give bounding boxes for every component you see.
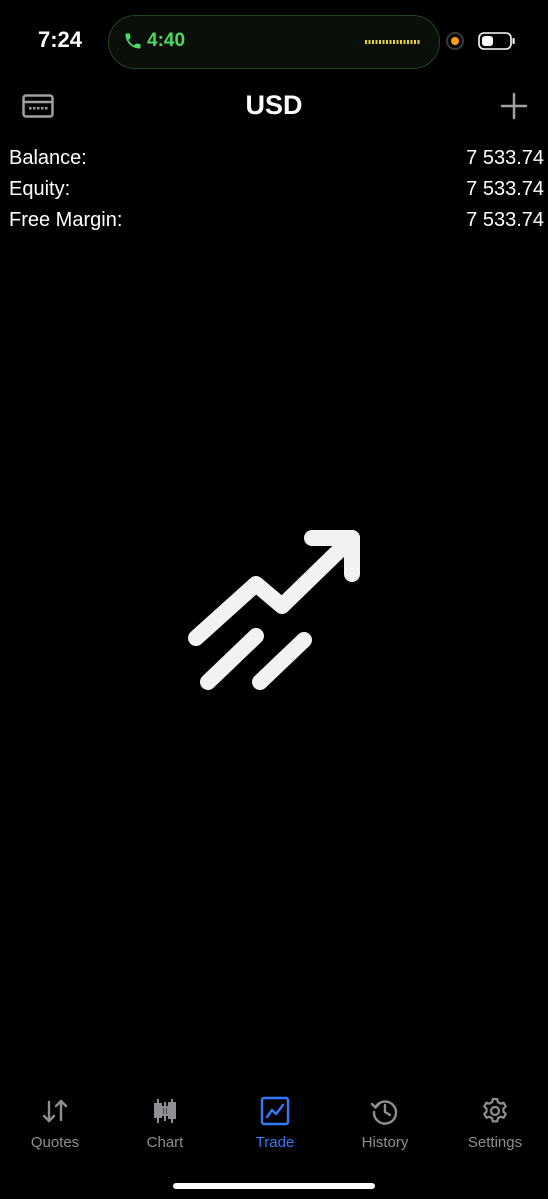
tab-history[interactable]: History (330, 1088, 440, 1158)
mic-indicator-icon (446, 32, 464, 50)
page-title: USD (245, 90, 303, 120)
tab-label-trade: Trade (255, 1134, 295, 1151)
candlestick-icon (154, 1099, 176, 1123)
waveform-icon (365, 40, 420, 44)
tab-trade[interactable]: Trade (220, 1088, 330, 1158)
free-margin-label: Free Margin: (9, 209, 123, 231)
equity-label: Equity: (9, 178, 71, 200)
battery-icon (478, 32, 515, 50)
summary-row-balance: Balance: 7 533.74 (0, 144, 548, 175)
balance-label: Balance: (9, 147, 87, 169)
tab-label-chart: Chart (146, 1134, 184, 1151)
gear-icon (483, 1097, 507, 1123)
status-bar: 7:24 4:40 (0, 0, 548, 82)
equity-value: 7 533.74 (466, 178, 544, 200)
tab-label-history: History (361, 1134, 409, 1151)
tab-bar: Quotes Chart Trade History Settings (0, 1088, 548, 1168)
status-time: 7:24 (38, 27, 83, 52)
summary-row-equity: Equity: 7 533.74 (0, 175, 548, 206)
tab-label-settings: Settings (467, 1134, 523, 1151)
account-summary: Balance: 7 533.74 Equity: 7 533.74 Free … (0, 144, 548, 237)
accounts-card-icon[interactable] (22, 94, 54, 118)
quotes-arrows-icon (42, 1099, 68, 1123)
history-clock-icon (370, 1100, 398, 1125)
tab-label-quotes: Quotes (30, 1134, 80, 1151)
dynamic-island-call[interactable]: 4:40 (108, 15, 440, 69)
call-timer: 4:40 (147, 30, 186, 51)
summary-row-free-margin: Free Margin: 7 533.74 (0, 206, 548, 237)
header: USD (0, 82, 548, 132)
free-margin-value: 7 533.74 (466, 209, 544, 231)
phone-icon (125, 33, 141, 49)
tab-chart[interactable]: Chart (110, 1088, 220, 1158)
trade-chart-icon (260, 1096, 290, 1126)
home-indicator[interactable] (173, 1183, 375, 1189)
balance-value: 7 533.74 (466, 147, 544, 169)
add-icon[interactable] (500, 92, 528, 120)
trade-trend-arrow-icon (188, 530, 360, 690)
tab-settings[interactable]: Settings (440, 1088, 548, 1158)
tab-quotes[interactable]: Quotes (0, 1088, 110, 1158)
